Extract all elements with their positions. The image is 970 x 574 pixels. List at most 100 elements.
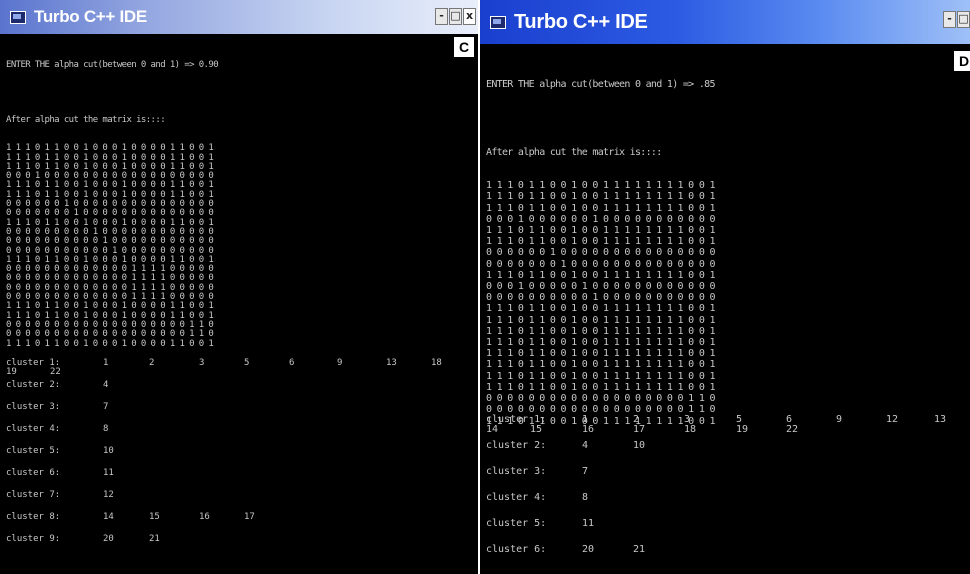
window-controls: - □ [943,11,970,28]
close-button[interactable]: x [463,8,476,25]
cluster-label: cluster 2: [486,440,547,451]
cluster-row: cluster 2: 4 [6,380,474,402]
minimize-button[interactable]: - [943,11,956,28]
cluster-member: 11 [582,518,595,529]
matrix-row: 1 1 1 0 1 1 0 0 1 0 0 1 1 1 1 1 1 1 1 0 … [486,325,715,337]
cluster-member: 18 [684,424,697,435]
window-controls: - □ x [435,8,476,25]
cluster-member: 5 [244,358,250,368]
cluster-member: 21 [633,544,646,555]
matrix-row: 1 1 1 0 1 1 0 0 1 0 0 1 1 1 1 1 1 1 1 0 … [486,359,715,371]
cluster-member: 15 [149,512,160,522]
cluster-member: 9 [337,358,343,368]
maximize-button[interactable]: □ [957,11,970,28]
cluster-member: 12 [103,490,114,500]
matrix-row: 1 1 1 0 1 1 0 0 1 0 0 1 1 1 1 1 1 1 1 0 … [486,314,715,326]
matrix-row: 0 0 0 0 0 0 0 0 0 0 1 0 0 0 0 0 0 0 0 0 … [486,292,715,304]
cluster-member: 12 [886,414,899,425]
cluster-member: 14 [103,512,114,522]
cluster-label: cluster 3: [486,466,547,477]
matrix-row: 0 0 0 0 0 0 0 1 0 0 0 0 0 0 0 0 0 0 0 0 … [486,258,715,270]
console-output: ENTER THE alpha cut(between 0 and 1) => … [6,42,474,367]
cluster-label: cluster 6: [6,468,61,478]
cluster-member: 13 [386,358,397,368]
matrix-heading: After alpha cut the matrix is:::: [486,146,662,158]
minimize-button[interactable]: - [435,8,448,25]
matrix-row: 1 1 1 0 1 1 0 0 1 0 0 1 1 1 1 1 1 1 1 0 … [486,303,715,315]
cluster-member: 14 [486,424,499,435]
cluster-row: cluster 2: 4 10 [486,440,966,466]
window-title: Turbo C++ IDE [514,10,648,33]
cluster-list: cluster 1: 1 2 3 5 6 9 12 13 14 15 16 17 18 19 22 cluste… [486,414,966,570]
cluster-member: 7 [582,466,589,477]
cluster-member: 22 [786,424,799,435]
cluster-member: 20 [103,534,114,544]
cluster-row: cluster 5: 11 [486,518,966,544]
cluster-member: 2 [149,358,155,368]
matrix-row: 1 1 1 0 1 1 0 0 1 0 0 1 1 1 1 1 1 1 1 0 … [486,236,715,248]
cluster-row: cluster 3: 7 [486,466,966,492]
matrix-row: 1 1 1 0 1 1 0 0 1 0 0 1 1 1 1 1 1 1 1 0 … [486,225,715,237]
cluster-member: 22 [50,367,61,377]
matrix-row: 0 0 0 1 0 0 0 0 0 1 0 0 0 0 0 0 0 0 0 0 … [486,281,715,293]
cluster-row: cluster 1: 1 2 3 5 6 9 13 18 19 22 [6,358,474,380]
cluster-member: 19 [6,367,17,377]
cluster-row: cluster 6: 11 [6,468,474,490]
matrix-row: 1 1 1 0 1 1 0 0 1 0 0 1 1 1 1 1 1 1 1 0 … [486,370,715,382]
cluster-member: 17 [244,512,255,522]
cluster-label: cluster 4: [6,424,61,434]
cluster-member: 3 [199,358,205,368]
title-bar[interactable]: Turbo C++ IDE - □ [480,0,970,44]
turbo-cpp-window-c: Turbo C++ IDE - □ x C ENTER THE alpha cu… [0,0,478,574]
cluster-label: cluster 6: [486,544,547,555]
matrix-block: 1 1 1 0 1 1 0 0 1 0 0 0 1 0 0 0 0 1 1 0 … [6,143,474,349]
matrix-row: 1 1 1 0 1 1 0 0 1 0 0 0 1 0 0 0 0 1 1 0 … [6,338,214,349]
console-output: ENTER THE alpha cut(between 0 and 1) => … [486,57,966,449]
cluster-member: 4 [103,380,109,390]
cluster-label: cluster 9: [6,534,61,544]
cluster-member: 8 [582,492,589,503]
cluster-row: cluster 1: 1 2 3 5 6 9 12 13 14 15 16 17 18 19 22 [486,414,966,440]
window-title: Turbo C++ IDE [34,7,147,26]
cluster-member: 9 [836,414,843,425]
cluster-label: cluster 3: [6,402,61,412]
cluster-label: cluster 7: [6,490,61,500]
cluster-member: 16 [582,424,595,435]
matrix-heading: After alpha cut the matrix is:::: [6,115,166,126]
app-icon [10,10,26,24]
matrix-row: 0 0 0 0 0 0 1 0 0 0 0 0 0 0 0 0 0 0 0 0 … [486,247,715,259]
matrix-row: 1 1 1 0 1 1 0 0 1 0 0 1 1 1 1 1 1 1 1 0 … [486,381,715,393]
matrix-row: 1 1 1 0 1 1 0 0 1 0 0 1 1 1 1 1 1 1 1 0 … [486,337,715,349]
title-bar[interactable]: Turbo C++ IDE - □ x [0,0,478,34]
prompt-line: ENTER THE alpha cut(between 0 and 1) => … [486,79,715,91]
cluster-row: cluster 6: 20 21 [486,544,966,570]
cluster-member: 4 [582,440,589,451]
cluster-row: cluster 9: 20 21 [6,534,474,556]
cluster-label: cluster 5: [6,446,61,456]
cluster-member: 21 [149,534,160,544]
matrix-row: 1 1 1 0 1 1 0 0 1 0 0 1 1 1 1 1 1 1 1 0 … [486,191,715,203]
cluster-row: cluster 3: 7 [6,402,474,424]
matrix-row: 1 1 1 0 1 1 0 0 1 0 0 1 1 1 1 1 1 1 1 0 … [486,348,715,360]
cluster-member: 8 [103,424,109,434]
matrix-row: 1 1 1 0 1 1 0 0 1 0 0 1 1 1 1 1 1 1 1 0 … [486,269,715,281]
matrix-block: 1 1 1 0 1 1 0 0 1 0 0 1 1 1 1 1 1 1 1 0 … [486,180,966,426]
cluster-member: 19 [736,424,749,435]
cluster-member: 17 [633,424,646,435]
cluster-label: cluster 4: [486,492,547,503]
cluster-member: 7 [103,402,109,412]
matrix-row: 0 0 0 1 0 0 0 0 0 0 1 0 0 0 0 0 0 0 0 0 … [486,213,715,225]
cluster-member: 10 [633,440,646,451]
cluster-member: 13 [934,414,947,425]
app-icon [490,15,506,29]
maximize-button[interactable]: □ [449,8,462,25]
cluster-member: 10 [103,446,114,456]
cluster-row: cluster 4: 8 [486,492,966,518]
cluster-member: 6 [289,358,295,368]
cluster-member: 18 [431,358,442,368]
cluster-member: 20 [582,544,595,555]
cluster-row: cluster 8: 14 15 16 17 [6,512,474,534]
cluster-row: cluster 4: 8 [6,424,474,446]
